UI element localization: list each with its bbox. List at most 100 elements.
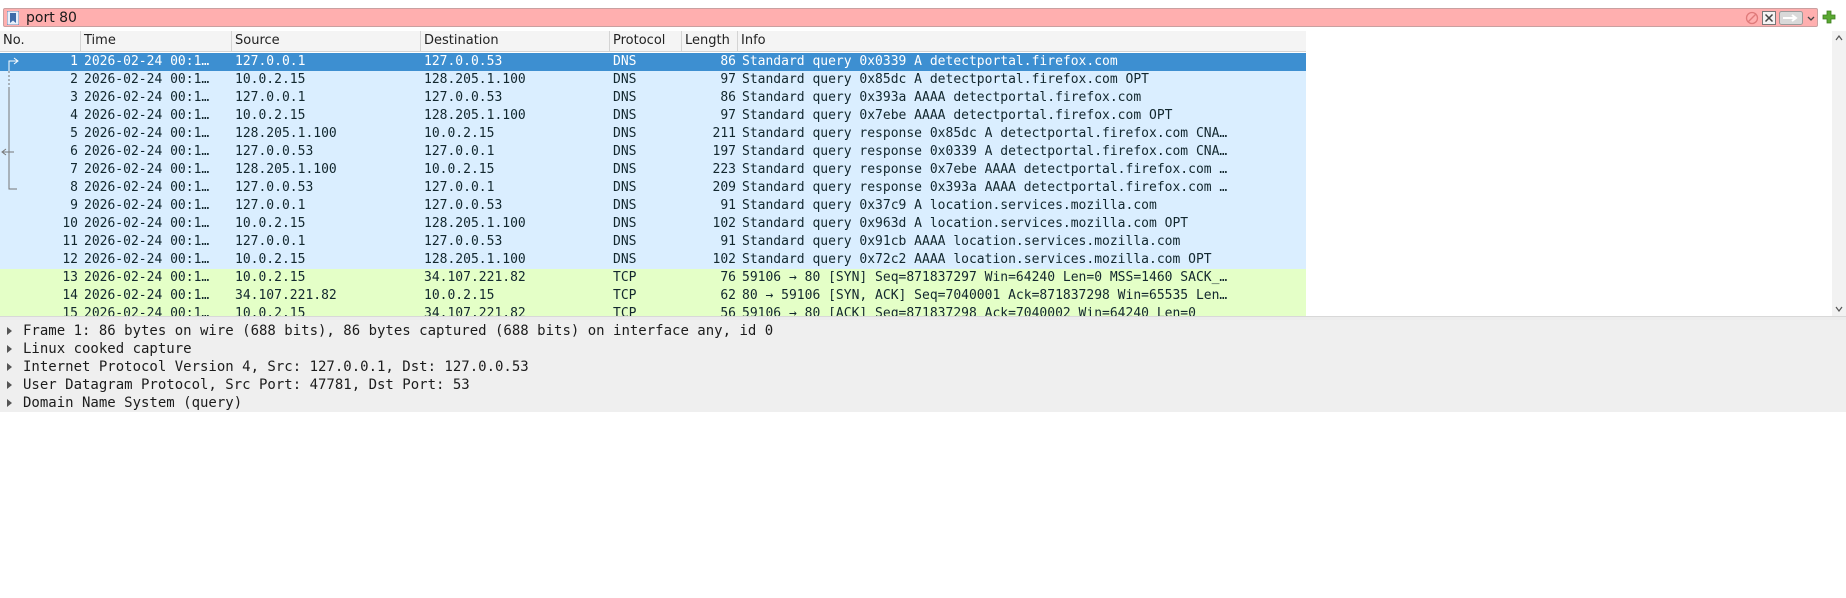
cell-source: 128.205.1.100 [235,162,337,177]
expand-arrow-icon[interactable] [7,399,12,407]
packet-list-scrollbar[interactable] [1832,31,1846,316]
detail-item-udp[interactable]: User Datagram Protocol, Src Port: 47781,… [0,376,1846,394]
close-filter-icon[interactable] [1762,11,1776,25]
cell-protocol: DNS [613,144,637,159]
cell-time: 2026-02-24 00:1… [84,90,210,105]
cell-source: 10.0.2.15 [235,72,306,87]
cell-no: 10 [62,216,78,231]
expand-arrow-icon[interactable] [7,345,12,353]
cell-length: 209 [712,180,736,195]
packet-row[interactable]: 3 2026-02-24 00:1… 127.0.0.1 127.0.0.53 … [0,89,1306,107]
cell-length: 211 [712,126,736,141]
cell-destination: 10.0.2.15 [424,162,495,177]
add-filter-button-icon[interactable] [1822,10,1836,24]
cell-info: Standard query response 0x0339 A detectp… [742,144,1228,159]
cell-length: 102 [712,216,736,231]
cell-length: 86 [720,54,736,69]
cell-destination: 128.205.1.100 [424,252,526,267]
expand-arrow-icon[interactable] [7,327,12,335]
cell-no: 8 [70,180,78,195]
cell-info: Standard query 0x7ebe AAAA detectportal.… [742,108,1173,123]
cell-destination: 127.0.0.53 [424,234,503,249]
cell-time: 2026-02-24 00:1… [84,126,210,141]
packet-row[interactable]: 4 2026-02-24 00:1… 10.0.2.15 128.205.1.1… [0,107,1306,125]
packet-row[interactable]: 10 2026-02-24 00:1… 10.0.2.15 128.205.1.… [0,215,1306,233]
packet-row[interactable]: 2 2026-02-24 00:1… 10.0.2.15 128.205.1.1… [0,71,1306,89]
scrollbar-thumb[interactable] [1835,47,1843,297]
cell-info: Standard query 0x963d A location.service… [742,216,1189,231]
cell-no: 11 [62,234,78,249]
packet-row[interactable]: 8 2026-02-24 00:1… 127.0.0.53 127.0.0.1 … [0,179,1306,197]
packet-list-header: No. Time Source Destination Protocol Len… [0,31,1306,52]
bookmark-icon[interactable] [7,11,19,25]
cell-protocol: DNS [613,216,637,231]
cell-length: 97 [720,108,736,123]
detail-label: Domain Name System (query) [23,395,243,411]
chevron-down-icon[interactable] [1806,11,1816,25]
expand-arrow-icon[interactable] [7,381,12,389]
cell-length: 86 [720,90,736,105]
detail-item-linux-cooked-capture[interactable]: Linux cooked capture [0,340,1846,358]
cell-length: 102 [712,252,736,267]
column-header-protocol[interactable]: Protocol [610,31,682,51]
cell-destination: 127.0.0.53 [424,54,503,69]
cell-source: 127.0.0.53 [235,144,314,159]
packet-row[interactable]: 5 2026-02-24 00:1… 128.205.1.100 10.0.2.… [0,125,1306,143]
cell-protocol: TCP [613,306,637,316]
cell-time: 2026-02-24 00:1… [84,252,210,267]
packet-row[interactable]: 1 2026-02-24 00:1… 127.0.0.1 127.0.0.53 … [0,53,1306,71]
detail-item-ipv4[interactable]: Internet Protocol Version 4, Src: 127.0.… [0,358,1846,376]
packet-row[interactable]: 15 2026-02-24 00:1… 10.0.2.15 34.107.221… [0,305,1306,316]
cell-no: 12 [62,252,78,267]
scroll-up-arrow-icon[interactable] [1834,33,1844,43]
display-filter-text[interactable]: port 80 [26,10,77,26]
cell-destination: 127.0.0.1 [424,144,495,159]
packet-row[interactable]: 6 2026-02-24 00:1… 127.0.0.53 127.0.0.1 … [0,143,1306,161]
cell-source: 127.0.0.53 [235,180,314,195]
cell-protocol: DNS [613,72,637,87]
cell-protocol: DNS [613,234,637,249]
display-filter-input[interactable]: port 80 [3,8,1818,27]
packet-row[interactable]: 7 2026-02-24 00:1… 128.205.1.100 10.0.2.… [0,161,1306,179]
cell-destination: 34.107.221.82 [424,306,526,316]
packet-row[interactable]: 9 2026-02-24 00:1… 127.0.0.1 127.0.0.53 … [0,197,1306,215]
cell-info: Standard query 0x72c2 AAAA location.serv… [742,252,1212,267]
packet-row[interactable]: 11 2026-02-24 00:1… 127.0.0.1 127.0.0.53… [0,233,1306,251]
clear-filter-icon[interactable] [1745,11,1759,25]
apply-filter-arrow-icon[interactable] [1779,11,1803,25]
cell-time: 2026-02-24 00:1… [84,72,210,87]
cell-source: 10.0.2.15 [235,252,306,267]
packet-row[interactable]: 14 2026-02-24 00:1… 34.107.221.82 10.0.2… [0,287,1306,305]
cell-length: 56 [720,306,736,316]
cell-destination: 128.205.1.100 [424,216,526,231]
cell-no: 3 [70,90,78,105]
column-header-source[interactable]: Source [232,31,421,51]
cell-length: 97 [720,72,736,87]
packet-row[interactable]: 12 2026-02-24 00:1… 10.0.2.15 128.205.1.… [0,251,1306,269]
column-header-info[interactable]: Info [738,31,1306,51]
cell-protocol: TCP [613,270,637,285]
cell-info: Standard query 0x91cb AAAA location.serv… [742,234,1181,249]
cell-info: Standard query 0x37c9 A location.service… [742,198,1157,213]
cell-time: 2026-02-24 00:1… [84,288,210,303]
cell-source: 128.205.1.100 [235,126,337,141]
detail-item-frame[interactable]: Frame 1: 86 bytes on wire (688 bits), 86… [0,322,1846,340]
cell-source: 127.0.0.1 [235,54,306,69]
cell-no: 6 [70,144,78,159]
scroll-down-arrow-icon[interactable] [1834,304,1844,314]
column-header-time[interactable]: Time [81,31,232,51]
packet-row[interactable]: 13 2026-02-24 00:1… 10.0.2.15 34.107.221… [0,269,1306,287]
cell-destination: 10.0.2.15 [424,126,495,141]
detail-item-dns[interactable]: Domain Name System (query) [0,394,1846,412]
packet-list[interactable]: No. Time Source Destination Protocol Len… [0,31,1846,316]
column-header-no[interactable]: No. [0,31,81,51]
cell-info: Standard query response 0x85dc A detectp… [742,126,1228,141]
packet-details-tree[interactable]: Frame 1: 86 bytes on wire (688 bits), 86… [0,320,1846,412]
cell-info: 59106 → 80 [SYN] Seq=871837297 Win=64240… [742,270,1228,285]
detail-label: Internet Protocol Version 4, Src: 127.0.… [23,359,529,375]
column-header-length[interactable]: Length [682,31,738,51]
cell-info: Standard query 0x85dc A detectportal.fir… [742,72,1149,87]
detail-label: User Datagram Protocol, Src Port: 47781,… [23,377,470,393]
expand-arrow-icon[interactable] [7,363,12,371]
column-header-destination[interactable]: Destination [421,31,610,51]
